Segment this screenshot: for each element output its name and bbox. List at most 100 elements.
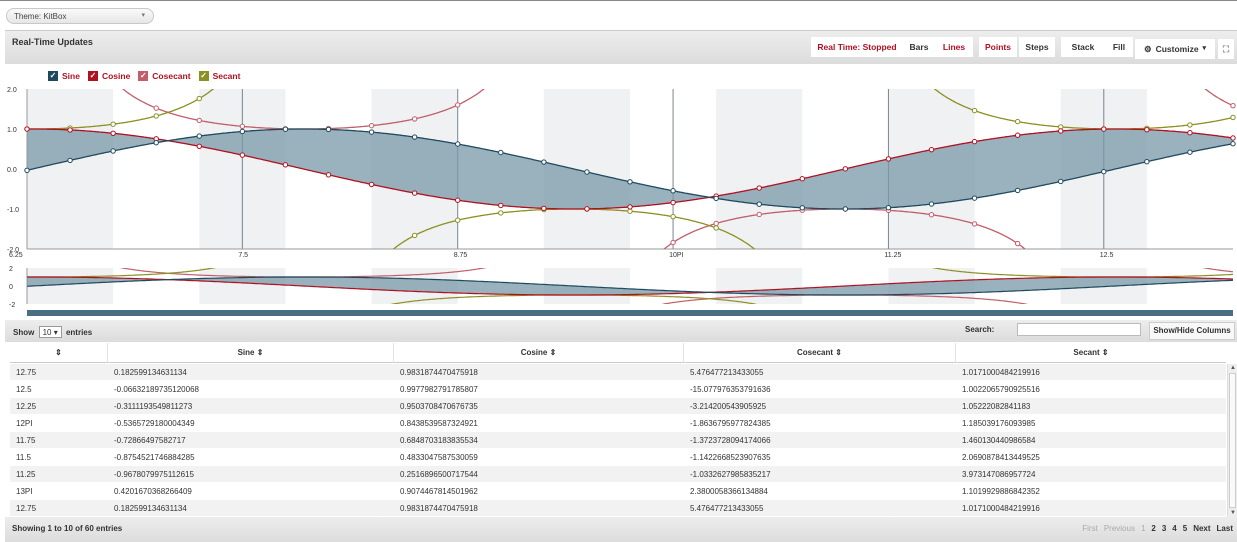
table-row[interactable]: 12.5 -0.06632189735120068 0.99779827917858… xyxy=(10,381,1226,398)
stack-button[interactable]: Stack xyxy=(1061,37,1105,57)
chart-legend: ✓ Sine ✓ Cosine ✓ Cosecant ✓ Secant xyxy=(48,68,241,83)
table-cell: -1.1422668523907635 xyxy=(690,453,771,462)
point-cosine xyxy=(498,202,504,209)
table-cell: -0.72866497582717 xyxy=(114,436,186,445)
lines-button[interactable]: Lines xyxy=(935,37,973,57)
checkmark-icon: ✓ xyxy=(198,70,209,81)
show-hide-columns-button[interactable]: Show/Hide Columns xyxy=(1149,322,1235,340)
legend-label: Cosine xyxy=(101,70,131,81)
pager-next[interactable]: Next xyxy=(1193,524,1210,533)
table-row[interactable]: 11.75 -0.72866497582717 0.6848703183835534… xyxy=(10,432,1226,449)
legend-label: Sine xyxy=(62,70,80,81)
table-cell: -3.214200543905925 xyxy=(690,402,767,411)
table-cell: -0.3111193549811273 xyxy=(114,402,193,411)
table-cell: 1.460130440986584 xyxy=(962,436,1036,445)
table-header: ⇕ Sine ⇕ Cosine ⇕ Cosecant ⇕ Secant ⇕ xyxy=(10,343,1226,363)
table-row[interactable]: 11.25 -0.9678079975112615 0.25168965007175… xyxy=(10,466,1226,483)
customize-button[interactable]: ⚙ Customize ▾ xyxy=(1135,39,1215,59)
point-sine xyxy=(756,201,762,207)
table-scrollbar[interactable]: ▲ ▼ xyxy=(1227,364,1237,517)
steps-button[interactable]: Steps xyxy=(1019,37,1055,57)
point-cosecant xyxy=(153,105,159,111)
pager-page-2[interactable]: 2 xyxy=(1151,524,1155,533)
realtime-toggle-button[interactable]: Real Time: Stopped xyxy=(811,37,903,57)
chevron-down-icon: ▾ xyxy=(141,12,145,19)
legend-item-secant[interactable]: ✓ Secant xyxy=(198,70,240,81)
point-secant xyxy=(498,210,504,216)
pager-page-1[interactable]: 1 xyxy=(1141,524,1145,533)
legend-item-cosine[interactable]: ✓ Cosine xyxy=(87,70,131,81)
table-row[interactable]: 12.25 -0.3111193549811273 0.95037084706767… xyxy=(10,398,1226,415)
scroll-up-icon[interactable]: ▲ xyxy=(1229,364,1237,372)
table-row[interactable]: 13PI 0.4201670368266409 0.9074467814501962… xyxy=(10,483,1226,500)
point-cosine xyxy=(411,190,418,196)
points-button[interactable]: Points xyxy=(979,37,1017,57)
search-input[interactable] xyxy=(1017,323,1141,336)
legend-item-cosecant[interactable]: ✓ Cosecant xyxy=(138,70,191,81)
table-row[interactable]: 12PI -0.5365729180004349 0.843853958732492… xyxy=(10,415,1226,432)
column-header-cosine[interactable]: Cosine ⇕ xyxy=(394,343,684,363)
y-tick-label: -1.0 xyxy=(7,207,19,214)
point-cosecant xyxy=(756,211,762,218)
table-row[interactable]: 11.5 -0.8754521746884285 0.483304758753005… xyxy=(10,449,1226,466)
point-cosecant xyxy=(239,123,246,130)
navigator-band xyxy=(716,268,803,304)
point-sine xyxy=(282,126,289,132)
table-cell: 0.9831874470475918 xyxy=(400,368,478,377)
table-row[interactable]: 12.75 0.182599134631134 0.9831874470475918… xyxy=(10,500,1226,517)
point-secant xyxy=(1014,118,1021,125)
table-cell: -1.0332627985835217 xyxy=(690,470,771,479)
table-cell: 0.182599134631134 xyxy=(114,368,187,377)
table-cell: 3.973147086957724 xyxy=(962,470,1036,479)
table-cell: 1.05222082841183 xyxy=(962,402,1031,411)
point-sine xyxy=(498,149,504,156)
point-sine xyxy=(627,179,633,185)
pager-previous[interactable]: Previous xyxy=(1104,524,1135,533)
column-header-secant[interactable]: Secant ⇕ xyxy=(956,343,1226,363)
point-cosine xyxy=(1014,132,1021,138)
point-sine xyxy=(971,195,978,201)
point-cosecant xyxy=(368,122,375,129)
point-sine xyxy=(325,126,332,133)
legend-item-sine[interactable]: ✓ Sine xyxy=(48,70,80,81)
point-sine xyxy=(153,140,159,146)
expand-icon[interactable]: ⛶ xyxy=(1218,39,1234,59)
column-header-cosecant[interactable]: Cosecant ⇕ xyxy=(684,343,956,363)
point-secant xyxy=(110,121,116,127)
checkmark-icon: ✓ xyxy=(87,70,98,81)
point-cosine xyxy=(756,185,762,191)
x-tick-label: 11.25 xyxy=(884,252,901,259)
point-sine xyxy=(1187,149,1193,155)
pager-page-3[interactable]: 3 xyxy=(1162,524,1166,533)
chart-band xyxy=(27,89,114,249)
entries-select[interactable]: 10 ▾ xyxy=(38,326,62,338)
point-cosine xyxy=(842,166,849,172)
table-cell: 12.5 xyxy=(16,385,32,394)
scroll-down-icon[interactable]: ▼ xyxy=(1229,509,1237,517)
pager-page-5[interactable]: 5 xyxy=(1183,524,1187,533)
point-cosine xyxy=(670,199,676,206)
point-sine xyxy=(799,205,805,211)
point-secant xyxy=(196,95,202,102)
column-header-sine[interactable]: Sine ⇕ xyxy=(108,343,394,363)
scrollbar-thumb[interactable] xyxy=(1229,373,1236,508)
point-cosine xyxy=(1230,135,1236,141)
column-header-index[interactable]: ⇕ xyxy=(10,343,108,363)
table-cell: 1.0171000484219916 xyxy=(962,368,1040,377)
table-cell: 0.9074467814501962 xyxy=(400,487,478,496)
table-cell: 12.75 xyxy=(16,368,37,377)
theme-select[interactable]: Theme: KitBox ▾ xyxy=(6,8,154,24)
bars-button[interactable]: Bars xyxy=(903,37,935,57)
fill-button[interactable]: Fill xyxy=(1105,37,1133,57)
point-cosine xyxy=(971,138,978,145)
pager-last[interactable]: Last xyxy=(1217,524,1233,533)
point-cosine xyxy=(239,152,246,158)
pager-first[interactable]: First xyxy=(1082,524,1098,533)
theme-select-label: Theme: KitBox xyxy=(14,12,67,21)
pager-page-4[interactable]: 4 xyxy=(1172,524,1176,533)
point-cosecant xyxy=(971,221,978,227)
table-cell: 12PI xyxy=(16,419,33,428)
point-cosine xyxy=(24,126,30,132)
table-row[interactable]: 12.75 0.182599134631134 0.9831874470475918… xyxy=(10,364,1226,381)
legend-label: Cosecant xyxy=(152,70,191,81)
